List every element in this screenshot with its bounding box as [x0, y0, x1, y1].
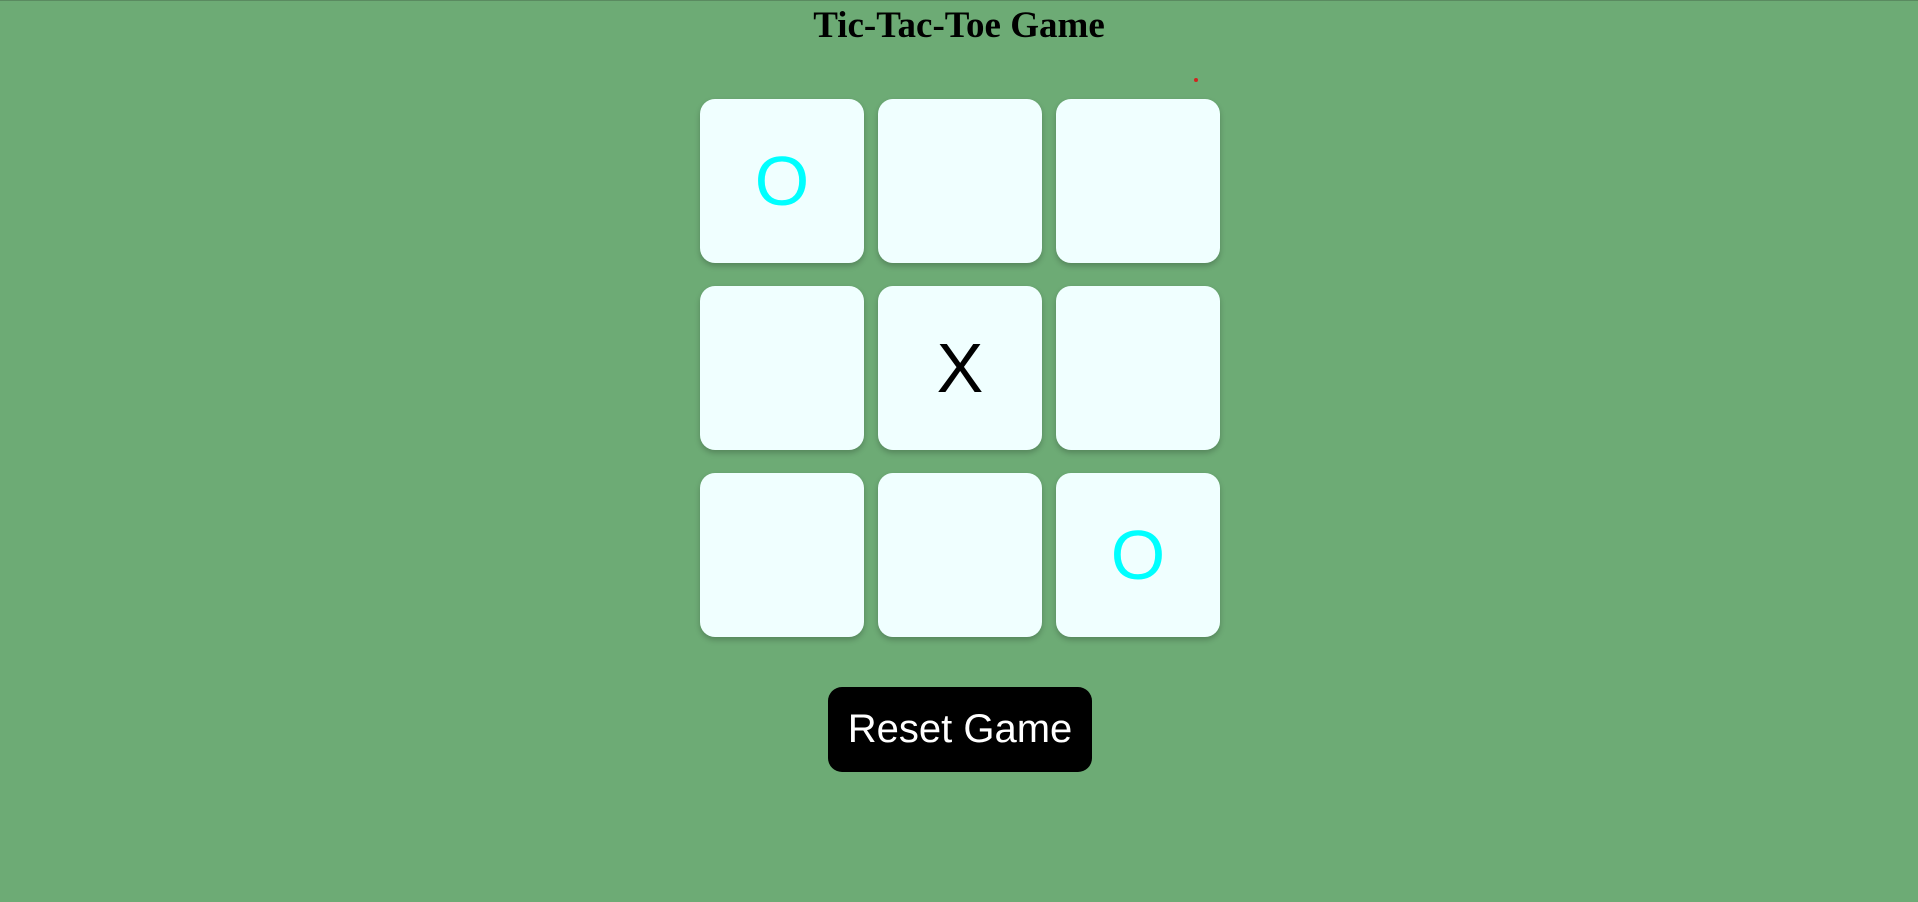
page-title: Tic-Tac-Toe Game	[813, 5, 1105, 46]
cursor-dot	[1194, 78, 1198, 82]
board-cell-7[interactable]	[700, 473, 864, 637]
game-board: O X O	[700, 99, 1220, 637]
board-cell-5[interactable]: X	[878, 286, 1042, 450]
board-cell-8[interactable]	[878, 473, 1042, 637]
reset-game-button[interactable]: Reset Game	[828, 687, 1092, 772]
board-cell-9[interactable]: O	[1056, 473, 1220, 637]
board-cell-2[interactable]	[878, 99, 1042, 263]
board-cell-4[interactable]	[700, 286, 864, 450]
board-cell-6[interactable]	[1056, 286, 1220, 450]
board-cell-1[interactable]: O	[700, 99, 864, 263]
board-cell-3[interactable]	[1056, 99, 1220, 263]
